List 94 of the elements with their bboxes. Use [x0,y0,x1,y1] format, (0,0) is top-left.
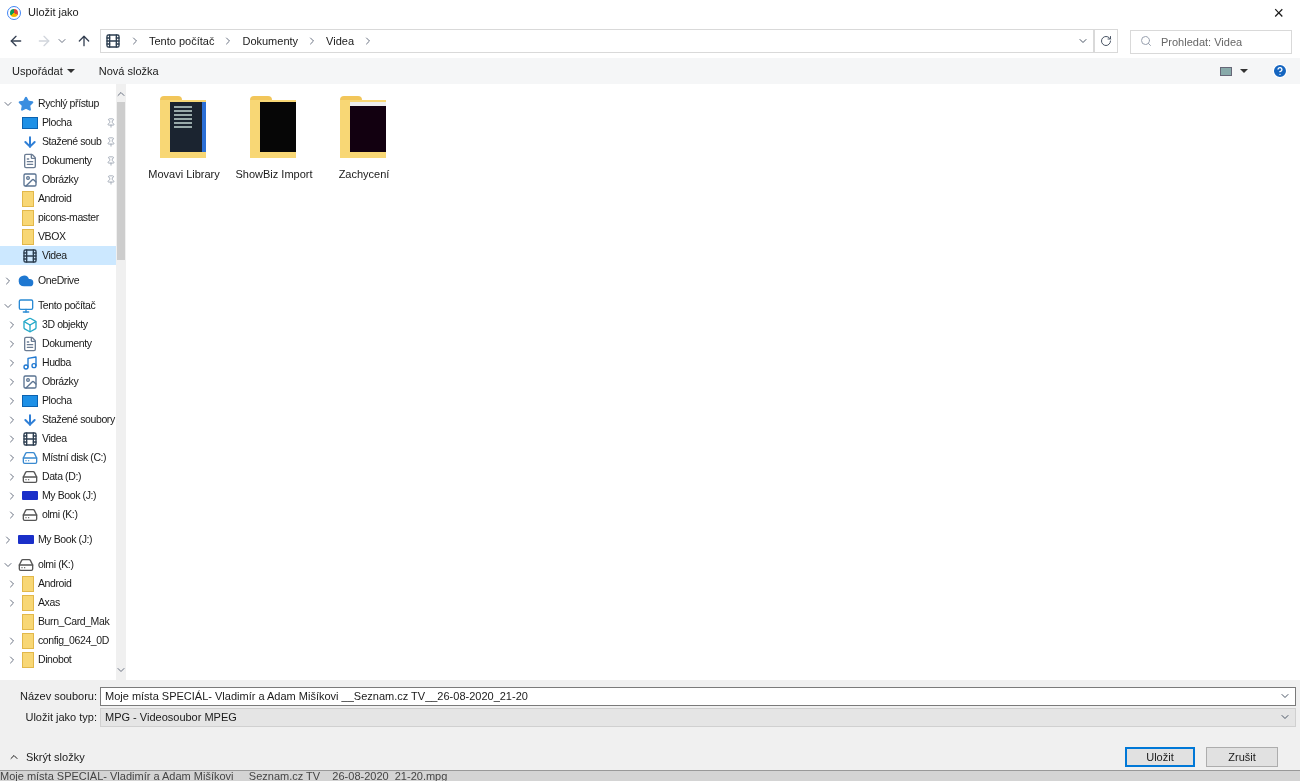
nav-item[interactable]: olmi (K:) [0,505,116,524]
breadcrumb-item[interactable]: Tento počítač [149,32,215,50]
search-icon [1140,34,1152,47]
nav-item[interactable]: My Book (J:) [0,486,116,505]
folder-icon [22,228,34,245]
breadcrumb-item[interactable]: Videa [326,32,354,50]
drive-icon [18,556,34,573]
nav-item[interactable]: Dokumenty [0,334,116,353]
file-type-label: Uložit jako typ: [24,709,98,725]
nav-item[interactable]: olmi (K:) [0,555,116,574]
star-icon [18,95,34,112]
folder-icon [22,613,34,630]
up-icon[interactable] [76,33,92,49]
folder-tile[interactable]: Zachycení [324,96,404,183]
file-type-dropdown[interactable]: MPG - Videosoubor MPEG [100,707,1296,727]
nav-item[interactable]: Data (D:) [0,467,116,486]
caret-icon[interactable] [1240,69,1248,73]
cube-icon [22,316,38,333]
pin-icon[interactable] [106,117,116,128]
help-icon[interactable] [1272,63,1288,79]
filename-field[interactable]: Moje místa SPECIÁL- Vladimír a Adam Mišíkovi __Seznam.cz TV__26-08-2020_21-20 [100,686,1296,706]
hide-folders-button[interactable]: Skrýt složky [8,748,85,766]
folder-icon [22,209,34,226]
nav-item[interactable]: Stažené soubory [0,410,116,429]
drive-icon [22,506,38,523]
pictures-icon [22,171,38,188]
breadcrumb-item[interactable]: Dokumenty [242,32,299,50]
folder-icon [22,190,34,207]
folder-tile[interactable]: Movavi Library [144,96,224,183]
scrollbar[interactable] [116,84,126,680]
nav-item[interactable]: Rychlý přístup [0,94,116,113]
nav-item[interactable]: OneDrive [0,271,116,290]
pin-icon[interactable] [106,174,116,185]
folder-icon [22,651,34,668]
nav-item[interactable]: config_0624_0D [0,631,116,650]
cancel-button[interactable]: Zrušit [1206,747,1278,767]
nav-item[interactable]: 3D objekty [0,315,116,334]
refresh-icon [1100,35,1112,47]
folder-icon [22,594,34,611]
document-icon [22,335,38,352]
view-options-icon[interactable] [1220,66,1232,76]
desktop-icon [22,116,38,129]
nav-item[interactable]: Tento počítač [0,296,116,315]
download-icon [22,133,38,150]
music-note-icon [22,354,38,371]
search-field[interactable]: Prohledat: Videa [1130,29,1292,54]
scrollbar-thumb[interactable] [117,102,125,260]
nav-item[interactable]: Android [0,189,116,208]
nav-item[interactable]: Videa [0,429,116,448]
nav-item[interactable]: Stažené soub [0,132,116,151]
nav-item[interactable]: Obrázky [0,372,116,391]
computer-icon [18,297,34,314]
nav-item[interactable]: Dinobot [0,650,116,669]
film-icon [105,33,121,49]
back-icon[interactable] [8,33,24,49]
address-bar[interactable]: Tento počítač Dokumenty Videa [100,29,1094,53]
nav-item[interactable]: Plocha [0,113,116,132]
pin-icon[interactable] [106,136,116,147]
folder-tile[interactable]: ShowBiz Import [234,96,314,183]
external-drive-icon [18,535,34,544]
folder-icon [22,632,34,649]
window-title: Uložit jako [28,5,80,21]
nav-item[interactable]: Plocha [0,391,116,410]
nav-item[interactable]: Android [0,574,116,593]
drive-icon [22,468,38,485]
nav-item[interactable]: Obrázky [0,170,116,189]
pictures-icon [22,373,38,390]
download-icon [22,411,38,428]
nav-item[interactable]: Hudba [0,353,116,372]
folder-icon [22,575,34,592]
external-drive-icon [22,491,38,500]
new-folder-button[interactable]: Nová složka [98,62,159,80]
nav-item[interactable]: picons-master [0,208,116,227]
filename-label: Název souboru: [18,688,98,704]
nav-item[interactable]: Dokumenty [0,151,116,170]
forward-icon[interactable] [36,33,52,49]
nav-item[interactable]: Videa [0,246,116,265]
document-icon [22,152,38,169]
film-icon [22,247,38,264]
film-icon [22,430,38,447]
nav-item[interactable]: My Book (J:) [0,530,116,549]
app-logo-icon [8,6,20,19]
nav-item[interactable]: Místní disk (C:) [0,448,116,467]
drive-icon [22,449,38,466]
organize-menu[interactable]: Uspořádat [12,62,75,80]
nav-item[interactable]: VBOX [0,227,116,246]
nav-item[interactable]: Burn_Card_Mak [0,612,116,631]
pin-icon[interactable] [106,155,116,166]
nav-item[interactable]: Axas [0,593,116,612]
desktop-icon [22,394,38,407]
close-button[interactable]: × [1265,3,1292,22]
save-button[interactable]: Uložit [1125,747,1195,767]
caret-icon [66,69,75,73]
refresh-button[interactable] [1094,29,1118,53]
